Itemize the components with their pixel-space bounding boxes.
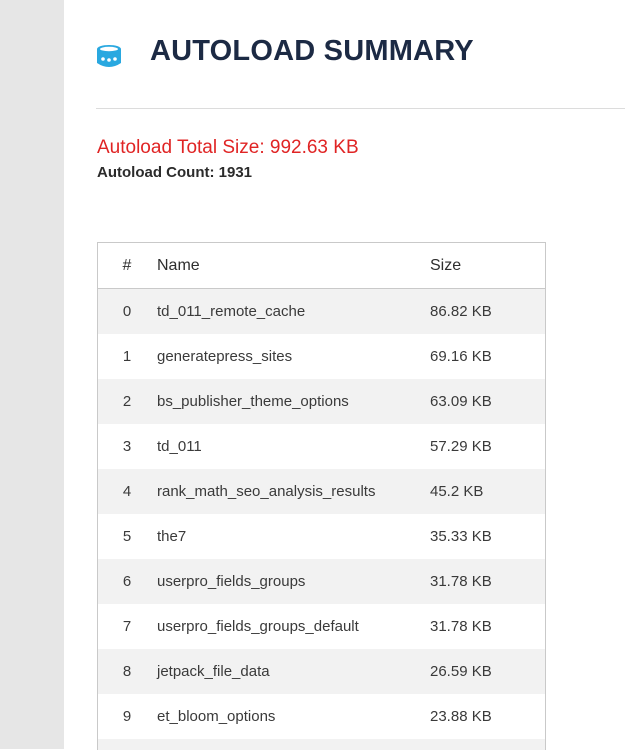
row-name: userpro_fields_groups_default [156,604,430,649]
table-row: 8 jetpack_file_data 26.59 KB [98,649,545,694]
row-name: rank_math_seo_analysis_results [156,469,430,514]
row-name: td_011 [156,424,430,469]
page-title: AUTOLOAD SUMMARY [150,35,474,67]
row-size: 35.33 KB [430,514,545,559]
row-size: 31.78 KB [430,604,545,649]
table-row: 9 et_bloom_options 23.88 KB [98,694,545,739]
autoload-table: # Name Size 0 td_011_remote_cache 86.82 … [97,242,546,750]
autoload-count: Autoload Count: 1931 [97,164,253,181]
column-header-name[interactable]: Name [156,243,430,289]
row-size: 45.2 KB [430,469,545,514]
table-row: 7 userpro_fields_groups_default 31.78 KB [98,604,545,649]
row-index: 6 [98,559,156,604]
row-size: 86.82 KB [430,288,545,334]
row-index: 4 [98,469,156,514]
row-size: 63.09 KB [430,379,545,424]
row-index: 5 [98,514,156,559]
row-index: 2 [98,379,156,424]
table-row: 3 td_011 57.29 KB [98,424,545,469]
row-index: 1 [98,334,156,379]
page-header: AUTOLOAD SUMMARY [96,30,625,78]
table-row: 1 generatepress_sites 69.16 KB [98,334,545,379]
table-row: 5 the7 35.33 KB [98,514,545,559]
row-size: 69.16 KB [430,334,545,379]
row-size: 57.29 KB [430,424,545,469]
row-name: the7 [156,514,430,559]
row-index: 0 [98,288,156,334]
row-size: 26.59 KB [430,649,545,694]
row-index: 7 [98,604,156,649]
table-row: 4 rank_math_seo_analysis_results 45.2 KB [98,469,545,514]
row-size: 23.88 KB [430,694,545,739]
row-size: 31.78 KB [430,559,545,604]
table-header-row: # Name Size [98,243,545,289]
row-name: userpro_fields_groups [156,559,430,604]
row-index: 8 [98,649,156,694]
table-row: 0 td_011_remote_cache 86.82 KB [98,288,545,334]
column-header-size[interactable]: Size [430,243,545,289]
row-name: bs_publisher_theme_options [156,379,430,424]
row-index: 3 [98,424,156,469]
left-sidebar [0,0,64,749]
row-name: generatepress_sites [156,334,430,379]
table-row: 6 userpro_fields_groups 31.78 KB [98,559,545,604]
row-name: td_011_remote_cache [156,288,430,334]
row-index: 9 [98,694,156,739]
row-name: et_bloom_options [156,694,430,739]
row-name: jetpack_file_data [156,649,430,694]
header-divider [96,108,625,109]
table-row: 2 bs_publisher_theme_options 63.09 KB [98,379,545,424]
database-icon [96,44,122,68]
main-content: AUTOLOAD SUMMARY Autoload Total Size: 99… [64,0,625,750]
table-row [98,739,545,750]
column-header-index[interactable]: # [98,243,156,289]
autoload-total-size: Autoload Total Size: 992.63 KB [97,137,359,158]
